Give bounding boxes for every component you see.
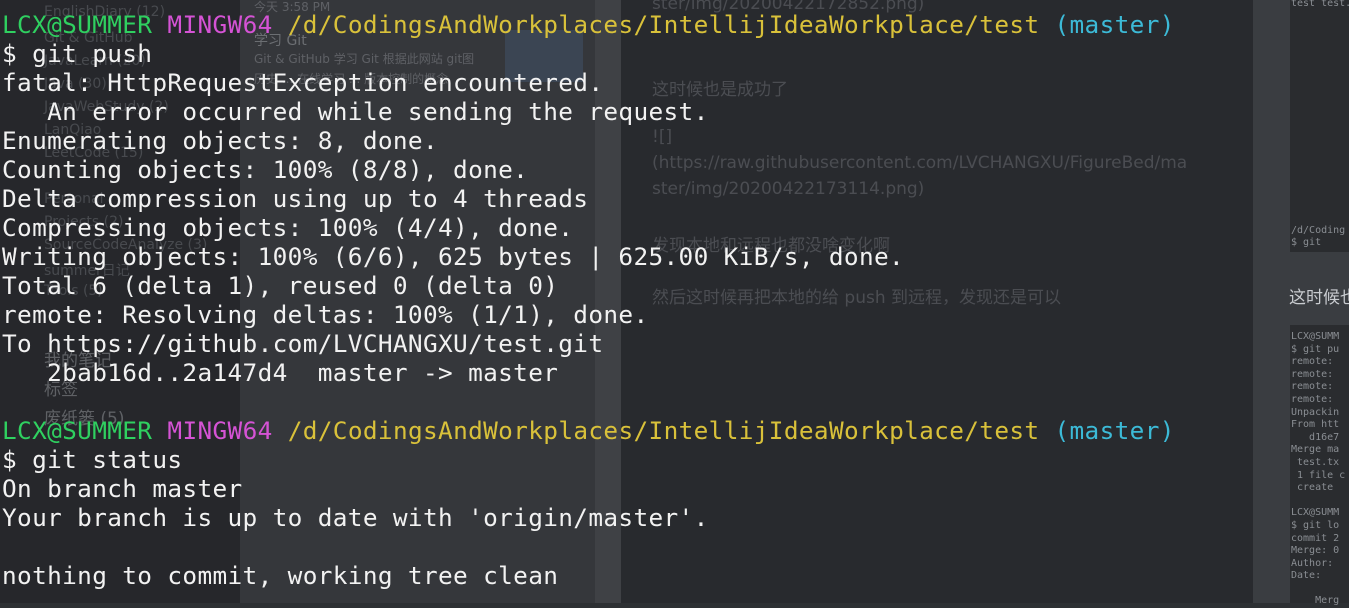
terminal-output-line: On branch master (2, 474, 243, 503)
terminal-output-line: To https://github.com/LVCHANGXU/test.git (2, 329, 604, 358)
terminal-prompt-line: LCX@SUMMER MINGW64 /d/CodingsAndWorkplac… (2, 416, 1175, 445)
terminal-output-line: $ git push (2, 39, 153, 68)
terminal-output-line: 2bab16d..2a147d4 master -> master (2, 358, 559, 387)
preview-code-text-top: test test. /d/Coding $ git (1291, 0, 1349, 249)
terminal-output-line: Enumerating objects: 8, done. (2, 126, 438, 155)
prompt-path: /d/CodingsAndWorkplaces/IntellijIdeaWork… (287, 10, 1040, 39)
preview-caption: 这时候也 (1289, 288, 1349, 308)
prompt-path: /d/CodingsAndWorkplaces/IntellijIdeaWork… (287, 416, 1040, 445)
terminal-output-line: Counting objects: 100% (8/8), done. (2, 155, 529, 184)
git-bash-terminal[interactable]: LCX@SUMMER MINGW64 /d/CodingsAndWorkplac… (0, 0, 1253, 603)
terminal-output-line: nothing to commit, working tree clean (2, 561, 559, 590)
prompt-user: LCX@SUMMER (2, 10, 153, 39)
terminal-output-line (2, 387, 1175, 416)
terminal-output: LCX@SUMMER MINGW64 /d/CodingsAndWorkplac… (2, 10, 1175, 590)
terminal-output-line: remote: Resolving deltas: 100% (1/1), do… (2, 300, 649, 329)
prompt-branch: (master) (1054, 10, 1175, 39)
prompt-branch: (master) (1054, 416, 1175, 445)
preview-code-text-bottom: LCX@SUMM $ git pu remote: remote: remote… (1291, 331, 1346, 607)
terminal-output-line (2, 532, 1175, 561)
terminal-output-line: An error occurred while sending the requ… (2, 97, 709, 126)
terminal-output-line: Delta compression using up to 4 threads (2, 184, 589, 213)
terminal-output-line: $ git status (2, 445, 183, 474)
prompt-environment: MINGW64 (167, 10, 273, 39)
terminal-output-line: Your branch is up to date with 'origin/m… (2, 503, 709, 532)
terminal-output-line: fatal: HttpRequestException encountered. (2, 68, 604, 97)
terminal-prompt-line: LCX@SUMMER MINGW64 /d/CodingsAndWorkplac… (2, 10, 1175, 39)
prompt-environment: MINGW64 (167, 416, 273, 445)
prompt-user: LCX@SUMMER (2, 416, 153, 445)
terminal-output-line: Compressing objects: 100% (4/4), done. (2, 213, 574, 242)
terminal-output-line: Total 6 (delta 1), reused 0 (delta 0) (2, 271, 559, 300)
terminal-output-line: Writing objects: 100% (6/6), 625 bytes |… (2, 242, 905, 271)
